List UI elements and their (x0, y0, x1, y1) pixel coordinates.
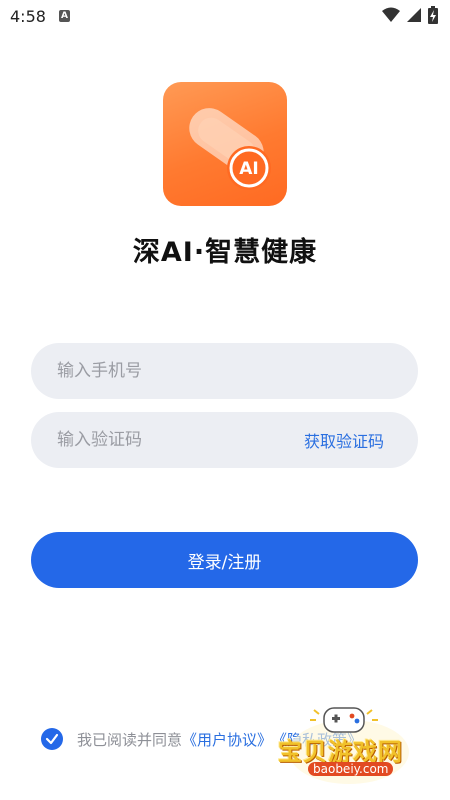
battery-charging-icon (428, 6, 438, 24)
status-bar: 4:58 A (0, 0, 450, 34)
watermark: 宝贝游戏网 baobeiy.com (274, 700, 424, 790)
user-agreement-link[interactable]: 《用户协议》 (182, 729, 272, 750)
code-input[interactable] (31, 412, 304, 468)
logo-graphic: AI (189, 108, 271, 190)
wifi-icon (382, 7, 400, 22)
status-time: 4:58 (10, 7, 46, 26)
notification-icon: A (59, 10, 70, 22)
code-field[interactable]: 获取验证码 (31, 412, 418, 468)
signal-icon (407, 8, 421, 22)
check-icon (45, 733, 59, 745)
login-screen: 4:58 A AI 深AI·智慧健康 输入手机号 输入验证码 获取验证码 登录/… (0, 0, 450, 800)
app-title: 深AI·智慧健康 (132, 237, 318, 268)
status-icons (382, 6, 438, 24)
agreement-checkbox[interactable] (41, 728, 63, 750)
login-register-button[interactable]: 登录/注册 (31, 532, 418, 588)
agreement-prefix: 我已阅读并同意 (77, 730, 183, 749)
logo-badge-text: AI (239, 159, 258, 179)
phone-field[interactable] (31, 343, 418, 399)
get-code-button[interactable]: 获取验证码 (304, 428, 384, 452)
phone-input[interactable] (31, 343, 418, 399)
app-logo: AI (163, 82, 287, 206)
watermark-url: baobeiy.com (308, 762, 394, 776)
